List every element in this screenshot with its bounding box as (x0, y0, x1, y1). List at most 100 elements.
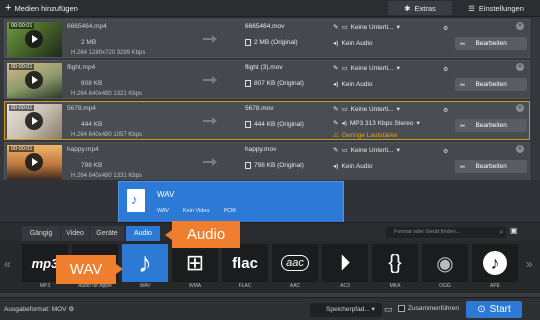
gear-icon[interactable]: ⚙ (68, 306, 74, 313)
audio-text: Kein Audio (341, 162, 373, 170)
video-thumbnail[interactable]: 00:00:01 (7, 63, 62, 98)
file-row[interactable]: 00:00:01 flight.mp4 808 KB H.264 640x480… (4, 60, 530, 99)
audio-text: MP3 313 Kbps Stereo (349, 119, 414, 127)
source-info: H.264 640x480 1331 Kbps (71, 173, 143, 179)
format-mka[interactable]: {} MKA (372, 244, 418, 292)
file-row[interactable]: 00:00:01 6665464.mp4 2 MB H.264 1280x720… (4, 19, 530, 58)
start-button[interactable]: ⊙ Start (466, 301, 522, 318)
settings-icon[interactable]: ⚙ (443, 148, 448, 155)
video-thumbnail[interactable]: 00:00:01 (7, 104, 62, 139)
output-name[interactable]: happy.mov (245, 146, 276, 153)
audio-text: Kein Audio (341, 80, 373, 88)
output-size: 2 MB (Original) (245, 39, 298, 46)
search-icon[interactable]: ⌕ (496, 227, 507, 238)
output-name[interactable]: 5678.mov (245, 105, 274, 112)
format-wma[interactable]: ⊞ WMA (172, 244, 218, 292)
tab-devices[interactable]: Geräte (90, 226, 124, 241)
play-icon[interactable] (25, 153, 43, 171)
format-ape[interactable]: ♪ APE (472, 244, 518, 292)
tab-common[interactable]: Gängig (22, 226, 60, 241)
warning-icon: ⚠ (333, 132, 339, 139)
settings-icon[interactable]: ⚙ (443, 25, 448, 32)
video-thumbnail[interactable]: 00:00:01 (7, 22, 62, 57)
format-tooltip: WAV WAV Kein Video PCM (118, 181, 344, 223)
output-size-text: 798 KB (Original) (254, 162, 304, 169)
settings-button[interactable]: ☰ Einstellungen (454, 1, 538, 15)
ape-icon: ♪ (483, 251, 507, 275)
play-icon[interactable] (25, 30, 43, 48)
warning-text: Geringe Lautstärke (341, 131, 398, 139)
subtitle-select[interactable]: ✎ ▭ Keine Unterti... ▾ (333, 23, 400, 32)
chevron-down-icon: ▾ (396, 65, 400, 72)
close-icon[interactable]: ✕ (516, 22, 524, 30)
speaker-icon: ◂) (341, 120, 347, 127)
audio-select[interactable]: ✎ ◂) MP3 313 Kbps Stereo ▾ (333, 119, 420, 128)
tab-tools: ▣ (510, 226, 518, 235)
edit-button[interactable]: ✂ Bearbeiten (455, 160, 527, 173)
file-icon (245, 39, 251, 46)
subtitle-text: Keine Unterti... (350, 105, 394, 113)
video-thumbnail[interactable]: 00:00:01 (7, 145, 62, 180)
file-row[interactable]: 00:00:01 happy.mp4 798 KB H.264 640x480 … (4, 142, 530, 181)
subtitle-select[interactable]: ✎ ▭ Keine Unterti... ▾ (333, 64, 400, 73)
scroll-left-icon[interactable]: « (4, 257, 11, 271)
edit-label: Bearbeiten (475, 122, 507, 129)
settings-icon[interactable]: ⚙ (443, 66, 448, 73)
edit-button[interactable]: ✂ Bearbeiten (455, 37, 527, 50)
settings-icon[interactable]: ⚙ (443, 107, 448, 114)
start-icon: ⊙ (477, 304, 486, 315)
add-media-button[interactable]: + Medien hinzufügen (2, 2, 88, 15)
output-format-text: Ausgabeformat: MOV (4, 306, 67, 313)
file-icon (245, 121, 251, 128)
file-icon (245, 80, 251, 87)
source-size: 808 KB (81, 80, 103, 87)
output-name[interactable]: flight (3).mov (245, 64, 283, 71)
play-icon[interactable] (25, 112, 43, 130)
format-label: MKA (389, 283, 401, 289)
format-label: AAC (289, 283, 301, 289)
file-list: 00:00:01 6665464.mp4 2 MB H.264 1280x720… (0, 17, 540, 181)
flac-icon: flac (232, 254, 258, 272)
subtitle-select[interactable]: ✎ ▭ Keine Unterti... ▾ (333, 105, 400, 114)
subtitle-icon: ▭ (341, 147, 348, 154)
devices-icon[interactable]: ▣ (510, 226, 518, 235)
format-ac3[interactable]: ⏵ AC3 (322, 244, 368, 292)
file-row-selected[interactable]: 00:00:01 5678.mp4 444 KB H.264 640x480 1… (4, 101, 530, 140)
output-format: Ausgabeformat: MOV ⚙ (4, 305, 74, 313)
checkbox[interactable] (398, 305, 405, 312)
format-wav[interactable]: ♪ WAV (122, 244, 168, 292)
format-aac[interactable]: aac AAC (272, 244, 318, 292)
add-media-label: Medien hinzufügen (14, 4, 78, 13)
mka-icon: {} (388, 251, 402, 274)
tooltip-title: WAV (157, 190, 175, 199)
tab-audio[interactable]: Audio (126, 226, 160, 241)
format-search-input[interactable]: Format oder Gerät finden... (386, 227, 506, 238)
subtitle-text: Keine Unterti... (350, 64, 394, 72)
close-icon[interactable]: ✕ (516, 104, 524, 112)
extras-button[interactable]: ✱ Extras (388, 1, 452, 15)
speaker-icon: ◂) (333, 40, 339, 47)
tab-video[interactable]: Video (61, 226, 89, 241)
play-icon[interactable] (25, 71, 43, 89)
audio-select[interactable]: ◂) Kein Audio (333, 39, 373, 48)
audio-select[interactable]: ◂) Kein Audio (333, 80, 373, 89)
format-flac[interactable]: flac FLAC (222, 244, 268, 292)
output-name[interactable]: 6665464.mov (245, 23, 284, 30)
save-path-select[interactable]: Speicherpfad... ▾ (310, 303, 382, 317)
close-icon[interactable]: ✕ (516, 145, 524, 153)
file-icon (245, 162, 251, 169)
chevron-down-icon: ▾ (416, 120, 420, 127)
folder-icon[interactable]: ▭ (384, 304, 394, 314)
close-icon[interactable]: ✕ (516, 63, 524, 71)
audio-select[interactable]: ◂) Kein Audio (333, 162, 373, 171)
audio-file-icon (127, 189, 145, 212)
edit-button[interactable]: ✂ Bearbeiten (455, 119, 527, 132)
chevron-down-icon: ▾ (396, 24, 400, 31)
source-name: 6665464.mp4 (67, 23, 107, 30)
format-ogg[interactable]: ◉ OGG (422, 244, 468, 292)
chevron-down-icon: ▾ (396, 106, 400, 113)
merge-checkbox[interactable]: Zusammenführen (398, 305, 459, 312)
subtitle-select[interactable]: ✎ ▭ Keine Unterti... ▾ (333, 146, 400, 155)
edit-button[interactable]: ✂ Bearbeiten (455, 78, 527, 91)
scroll-right-icon[interactable]: » (526, 257, 533, 271)
